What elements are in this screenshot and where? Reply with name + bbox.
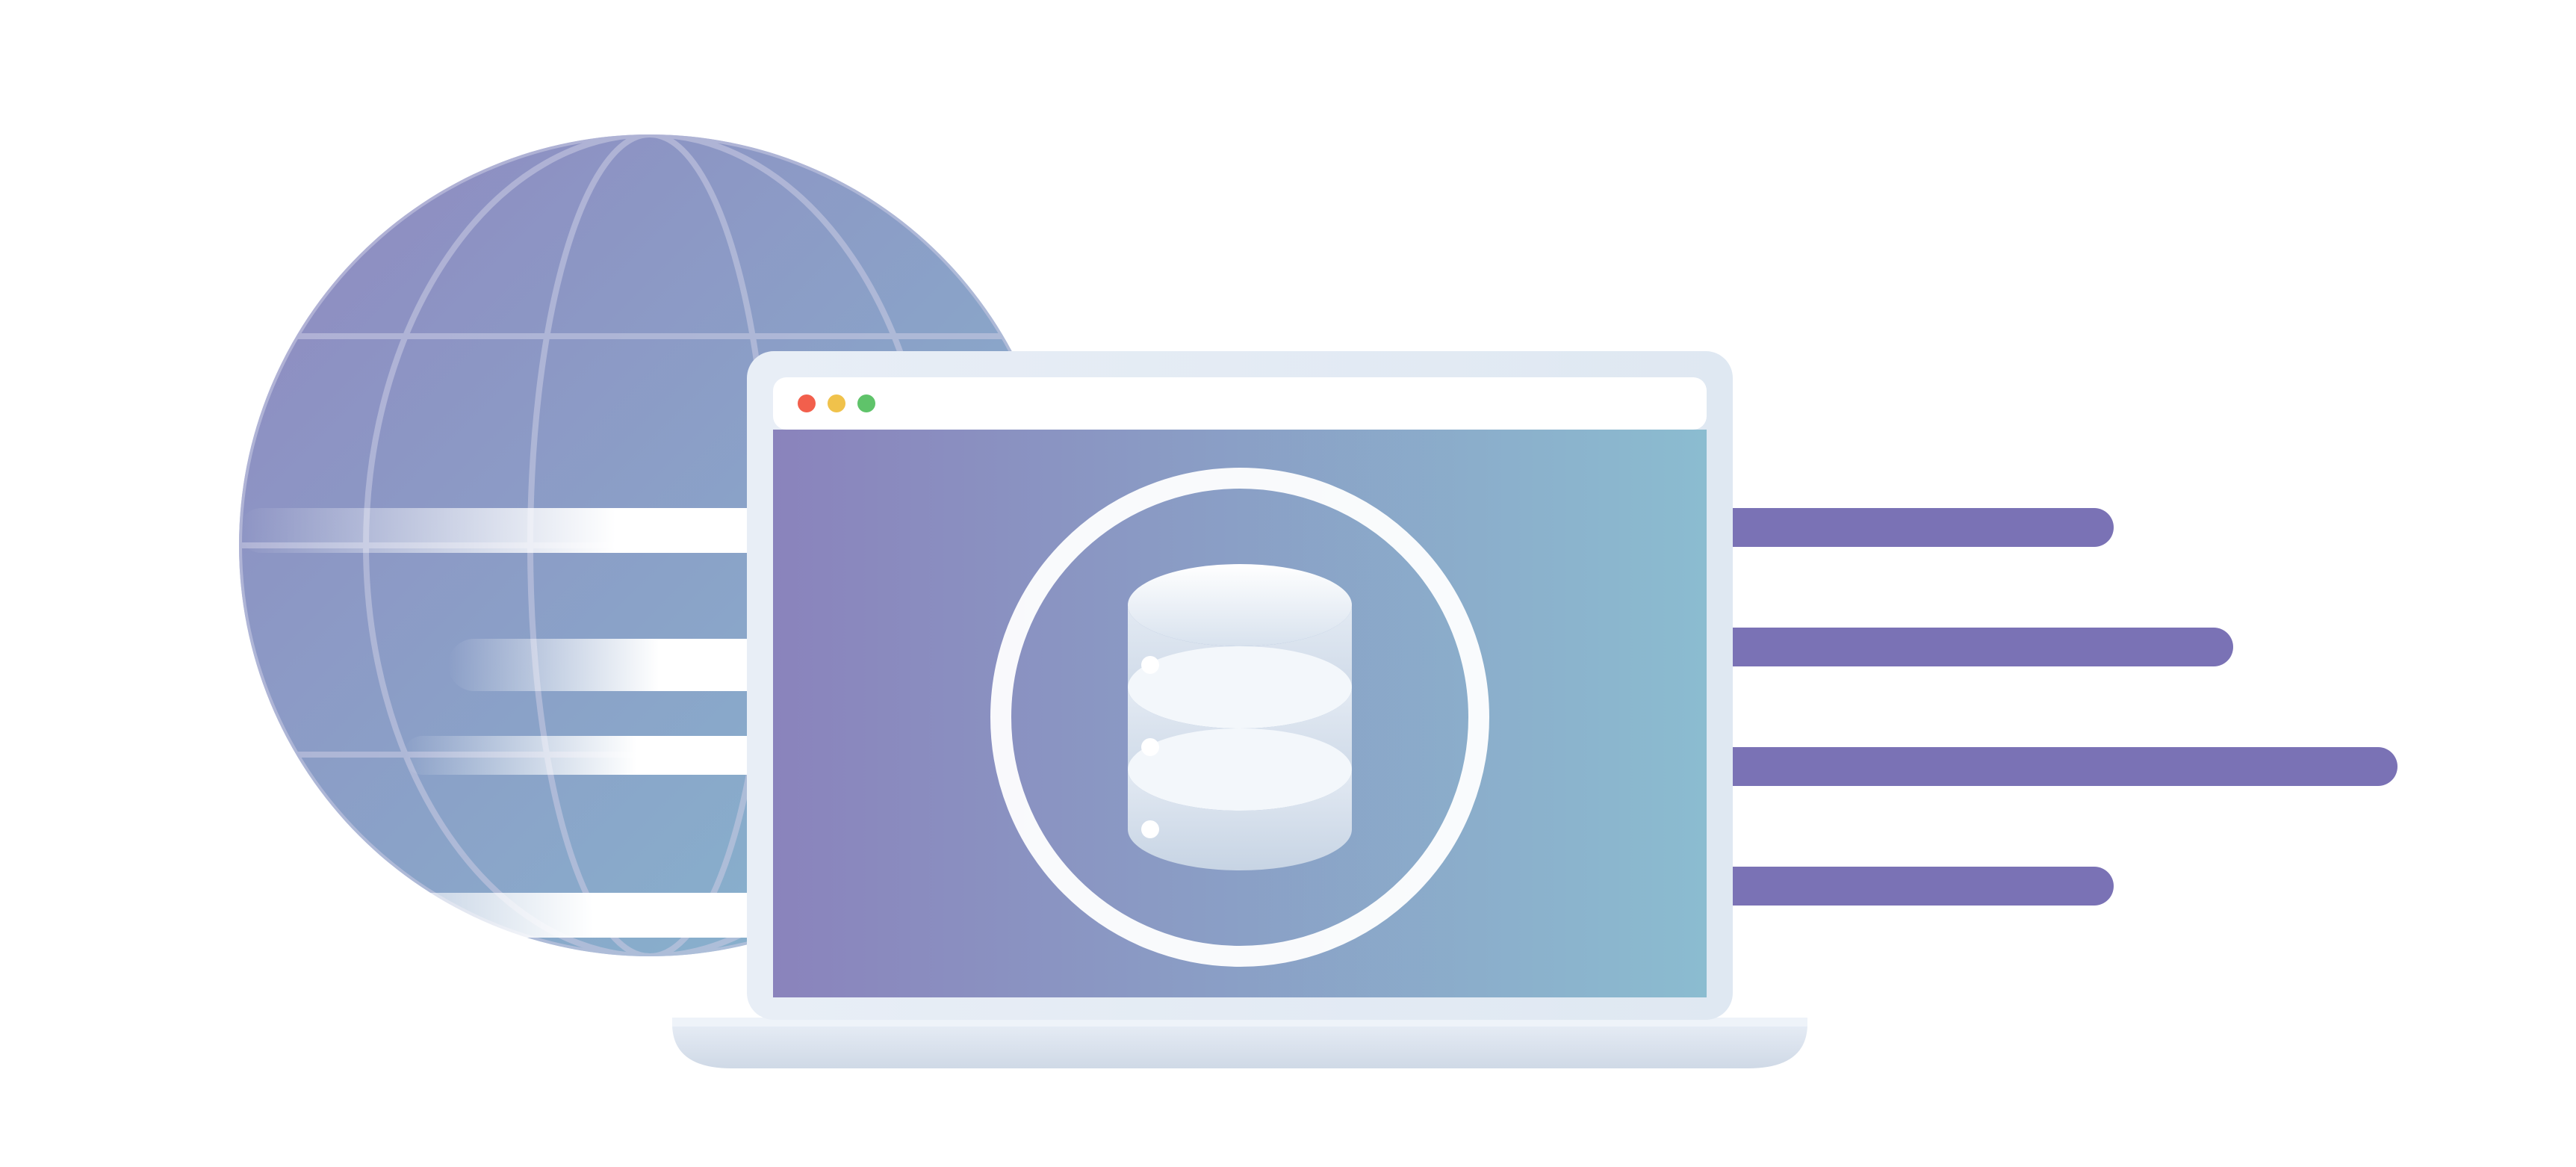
window-minimize-icon: [828, 394, 845, 412]
window-maximize-icon: [857, 394, 875, 412]
laptop-icon: [672, 351, 1807, 1083]
window-close-icon: [798, 394, 816, 412]
illustration: [0, 0, 2576, 1167]
database-icon: [1128, 564, 1352, 870]
